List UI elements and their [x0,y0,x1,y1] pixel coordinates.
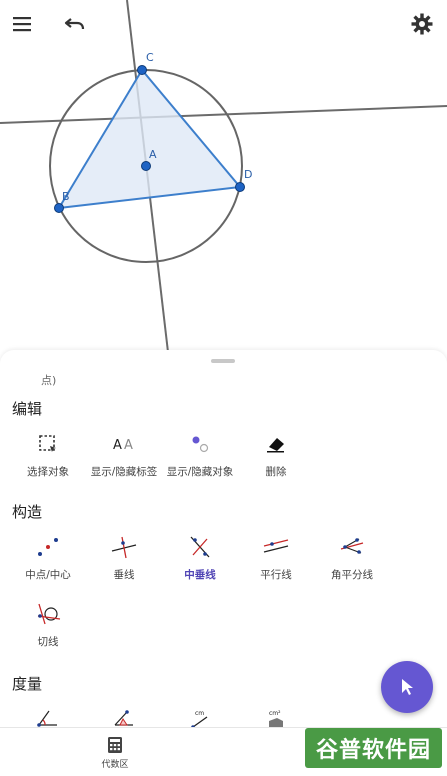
label-d: D [244,168,252,181]
parallel-line-icon [263,539,289,553]
select-object-icon [39,435,56,452]
geometry-canvas[interactable]: A B C D [0,0,447,360]
move-tool-fab[interactable] [381,661,433,713]
tools-panel: 点) 编辑 选择对象 A A 显示/隐藏标签 显示/隐藏对象 删除 构造 中点/… [0,350,447,775]
tool-label: 显示/隐藏标签 [90,466,158,478]
tool-angle-bisector[interactable]: 角平分线 [314,533,390,582]
tool-label: 删除 [265,466,287,478]
show-hide-object-icon [192,436,209,453]
section-title-edit: 编辑 [12,400,43,418]
point-d[interactable] [235,182,245,192]
watermark-logo: 谷普软件园 [305,728,442,768]
perpendicular-bisector-icon [190,536,210,558]
tool-perpendicular-bisector[interactable]: 中垂线 [162,533,238,582]
gear-icon[interactable] [406,8,438,40]
tool-label: 中垂线 [184,569,216,581]
tool-parallel-line[interactable]: 平行线 [238,533,314,582]
tool-select-object[interactable]: 选择对象 [10,430,86,479]
midpoint-icon [38,538,58,556]
svg-text:A: A [124,438,133,453]
tool-perpendicular-line[interactable]: 垂线 [86,533,162,582]
tool-tangent[interactable]: 切线 [10,600,86,649]
tool-midpoint[interactable]: 中点/中心 [10,533,86,582]
tangent-icon [37,603,61,625]
graphics-view[interactable]: A B C D [0,0,447,360]
show-hide-label-icon: A A [113,438,133,453]
label-b: B [62,190,70,203]
nav-algebra[interactable]: 代数区 [70,736,160,770]
tool-show-hide-label[interactable]: A A 显示/隐藏标签 [86,430,162,479]
section-title-construct: 构造 [12,503,43,521]
undo-icon[interactable] [59,8,91,40]
label-c: C [146,51,154,64]
tool-label: 选择对象 [27,466,69,478]
tool-delete[interactable]: 删除 [238,430,314,479]
perpendicular-line-icon [111,536,137,559]
angle-bisector-icon [340,538,364,554]
menu-icon[interactable] [6,8,38,40]
tool-label: 切线 [37,636,59,648]
label-a: A [149,148,157,161]
section-title-measure: 度量 [12,675,43,693]
svg-text:cm: cm [195,710,204,717]
tool-label: 垂线 [113,569,135,581]
point-c[interactable] [137,65,147,75]
svg-text:A: A [113,438,122,453]
calculator-icon [108,737,122,753]
point-b[interactable] [54,203,64,213]
tool-label: 平行线 [260,569,292,581]
tool-label: 中点/中心 [25,569,71,581]
eraser-icon [267,438,284,453]
partial-label: 点) [41,374,57,387]
panel-drag-handle[interactable] [211,359,235,363]
nav-algebra-label: 代数区 [101,760,129,770]
tool-show-hide-object[interactable]: 显示/隐藏对象 [162,430,238,479]
tool-label: 显示/隐藏对象 [166,466,234,478]
top-toolbar [0,0,447,50]
point-a[interactable] [141,161,151,171]
svg-text:cm²: cm² [269,710,281,717]
cursor-icon [402,679,413,695]
tool-label: 角平分线 [331,569,373,581]
